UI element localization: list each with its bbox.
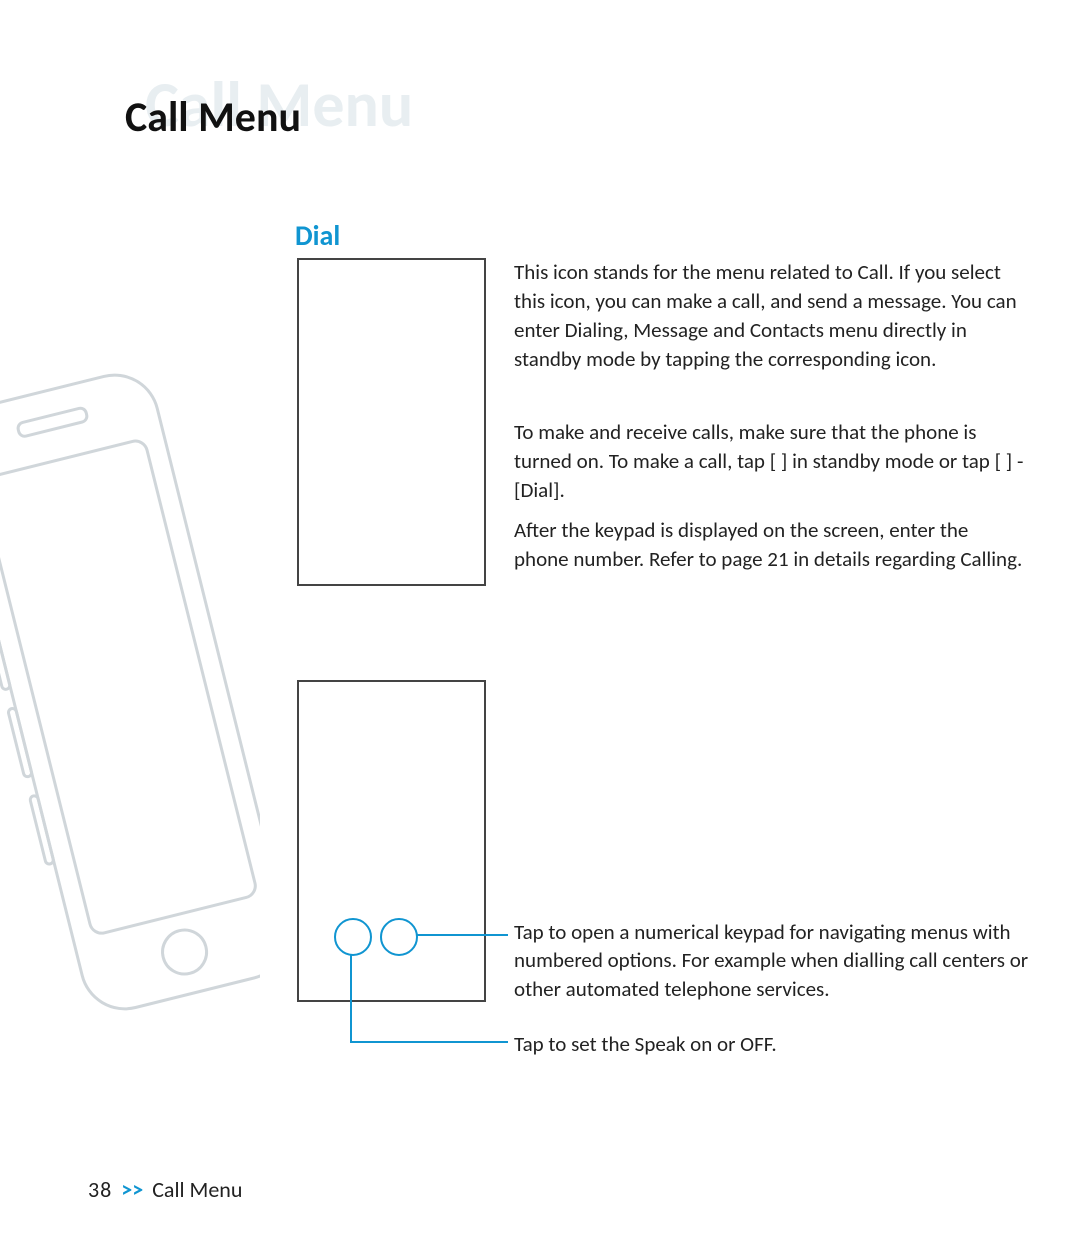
- callout-circle-keypad: [380, 918, 418, 956]
- page-number: 38: [88, 1176, 112, 1203]
- body-paragraph-3: After the keypad is displayed on the scr…: [514, 516, 1024, 574]
- page-footer: 38 >> Call Menu: [88, 1176, 242, 1203]
- callout-text-keypad: Tap to open a numerical keypad for navig…: [514, 918, 1034, 1003]
- phone-outline-illustration: [0, 355, 260, 1075]
- callout-text-speaker: Tap to set the Speak on or OFF.: [514, 1030, 1034, 1058]
- section-heading-dial: Dial: [295, 218, 340, 253]
- body-paragraph-2: To make and receive calls, make sure tha…: [514, 418, 1024, 505]
- body-paragraph-1: This icon stands for the menu related to…: [514, 258, 1024, 374]
- breadcrumb-separator-icon: >>: [121, 1176, 143, 1203]
- callout-circle-speaker: [334, 918, 372, 956]
- breadcrumb: Call Menu: [152, 1176, 242, 1203]
- page-title: Call Menu: [125, 92, 301, 143]
- manual-page: Call Menu Call Menu Dial This icon stand…: [0, 0, 1080, 1260]
- screenshot-placeholder-1: [297, 258, 486, 586]
